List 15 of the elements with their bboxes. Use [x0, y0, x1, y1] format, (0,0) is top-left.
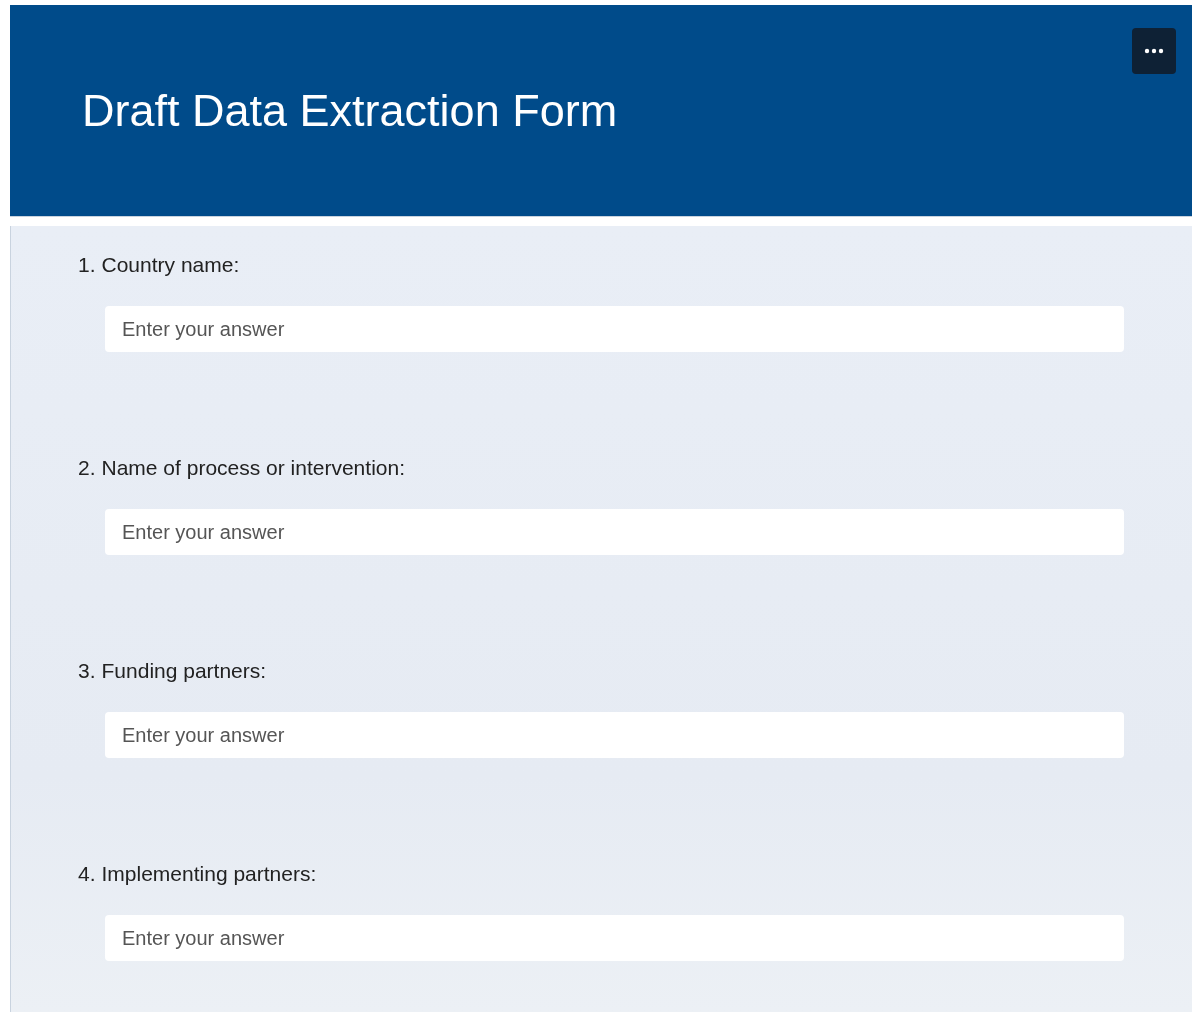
more-options-button[interactable]: [1132, 28, 1176, 74]
question-number: 3.: [78, 659, 96, 683]
answer-field[interactable]: Enter your answer: [105, 712, 1124, 758]
form-title: Draft Data Extraction Form: [82, 84, 618, 137]
question-label: Implementing partners:: [101, 862, 317, 886]
more-icon: [1144, 48, 1164, 54]
answer-field[interactable]: Enter your answer: [105, 509, 1124, 555]
question-label: Funding partners:: [101, 659, 267, 683]
answer-field[interactable]: Enter your answer: [105, 915, 1124, 961]
question-number: 1.: [78, 253, 96, 277]
question-label: Name of process or intervention:: [101, 456, 405, 480]
question-number: 4.: [78, 862, 96, 886]
answer-field[interactable]: Enter your answer: [105, 306, 1124, 352]
question-label: Country name:: [101, 253, 240, 277]
question-number: 2.: [78, 456, 96, 480]
